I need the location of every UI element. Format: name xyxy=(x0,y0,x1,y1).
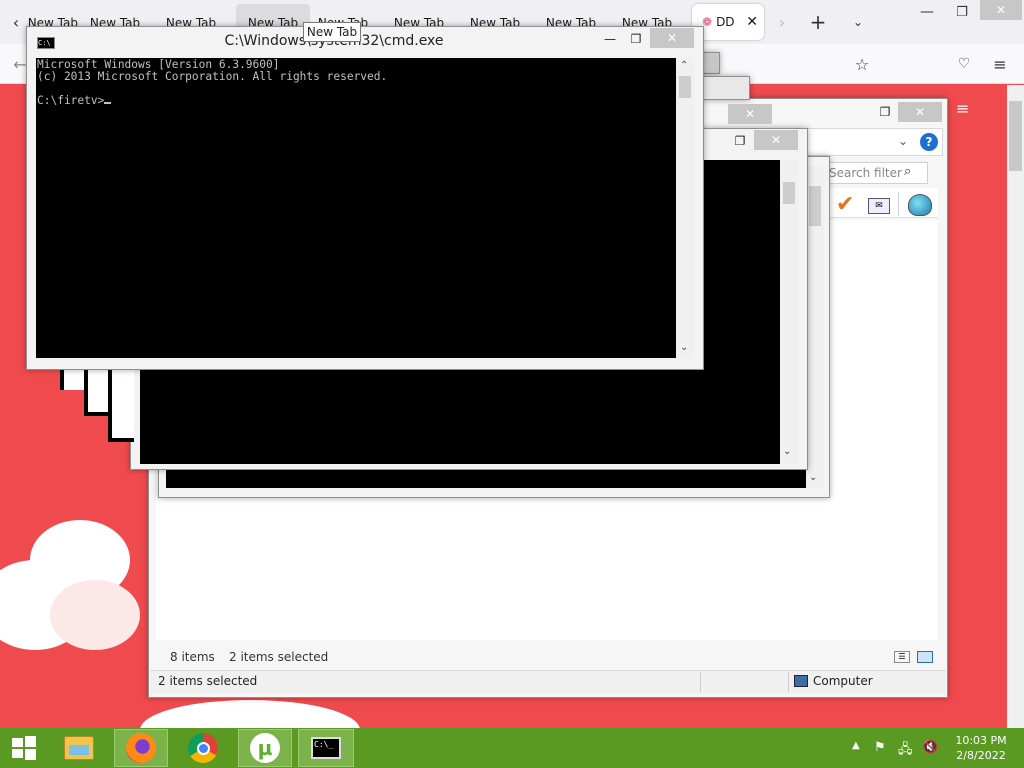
restore-window-icon[interactable]: ❐ xyxy=(876,104,894,120)
cloud-decoration xyxy=(50,580,140,650)
tab-scroll-right-icon[interactable]: › xyxy=(772,10,792,34)
status-location-text: Computer xyxy=(813,674,873,688)
search-filter-placeholder: Search filter xyxy=(829,166,902,180)
close-window-icon[interactable]: ✕ xyxy=(728,104,772,124)
clock-date: 2/8/2022 xyxy=(956,749,1006,762)
cmd-terminal[interactable]: Microsoft Windows [Version 6.3.9600] (c) … xyxy=(36,58,676,358)
explorer-selected-count: 2 items selected xyxy=(229,650,329,664)
scroll-down-chevron-icon[interactable]: ⌄ xyxy=(680,342,688,353)
chrome-icon xyxy=(188,733,218,763)
restore-window-icon[interactable]: ❐ xyxy=(730,132,750,150)
close-browser-icon[interactable]: ✕ xyxy=(980,0,1022,20)
clock-time: 10:03 PM xyxy=(955,734,1007,747)
action-center-flag-icon[interactable]: ⚑ xyxy=(874,740,890,756)
show-hidden-icons-chevron-icon[interactable]: ▲ xyxy=(852,740,860,751)
close-tab-icon[interactable]: ✕ xyxy=(746,14,758,30)
volume-muted-icon[interactable]: 🔇 xyxy=(922,740,938,756)
tab-tooltip: New Tab xyxy=(303,22,361,42)
pocket-icon[interactable]: ♡ xyxy=(952,52,976,76)
scroll-down-chevron-icon[interactable]: ⌄ xyxy=(809,472,817,483)
site-hamburger-menu-icon[interactable]: ≡ xyxy=(956,101,976,118)
cmd-scrollbar-thumb[interactable] xyxy=(679,76,691,98)
firefox-icon xyxy=(126,733,156,763)
large-icons-view-icon[interactable] xyxy=(917,651,933,663)
status-separator xyxy=(788,672,789,692)
folder-icon xyxy=(64,736,94,760)
console-prompt-line: C:\firetv> xyxy=(37,95,676,107)
cmd-scrollbar-thumb[interactable] xyxy=(783,182,795,204)
cmd-scrollbar-stacked[interactable] xyxy=(806,166,824,488)
minimize-window-icon[interactable]: — xyxy=(600,30,620,48)
shell-icon[interactable] xyxy=(908,194,932,216)
scroll-up-chevron-icon[interactable]: ⌃ xyxy=(680,60,688,71)
taskbar-cmd[interactable]: C:\_ xyxy=(298,729,354,767)
details-view-icon[interactable]: ☰ xyxy=(894,651,910,663)
restore-window-icon[interactable]: ❐ xyxy=(626,30,646,48)
address-dropdown-chevron-icon[interactable]: ⌄ xyxy=(896,132,910,150)
cmd-scrollbar-thumb[interactable] xyxy=(809,186,821,226)
console-cursor xyxy=(104,95,112,104)
console-line: (c) 2013 Microsoft Corporation. All righ… xyxy=(37,70,388,83)
windows-logo-icon xyxy=(12,736,36,760)
cmd-scrollbar[interactable]: ⌃ ⌄ xyxy=(676,58,694,358)
new-tab-plus-icon[interactable]: + xyxy=(806,10,830,34)
message-card-icon[interactable]: ✉ xyxy=(868,198,890,214)
list-tabs-chevron-down-icon[interactable]: ⌄ xyxy=(846,10,870,34)
network-icon[interactable]: 🖧 xyxy=(898,740,914,757)
taskbar-file-explorer[interactable] xyxy=(52,729,106,767)
restore-browser-icon[interactable]: ❐ xyxy=(950,2,974,22)
toolbar-separator xyxy=(898,192,899,216)
cmd-scrollbar-stacked[interactable] xyxy=(780,160,798,464)
bookmark-star-icon[interactable]: ☆ xyxy=(850,52,874,76)
explorer-item-count: 8 items xyxy=(170,650,215,664)
close-window-icon[interactable]: ✕ xyxy=(898,102,942,122)
tab-label: DD xyxy=(716,15,735,29)
close-window-icon[interactable]: ✕ xyxy=(650,28,694,48)
computer-icon xyxy=(794,675,808,687)
cmd-taskbar-icon: C:\_ xyxy=(311,737,341,759)
stacked-window-edge xyxy=(700,76,750,100)
stacked-window-edge xyxy=(108,360,134,442)
page-scrollbar-thumb[interactable] xyxy=(1009,101,1022,171)
search-icon: ⌕ xyxy=(904,164,912,179)
page-scrollbar[interactable] xyxy=(1007,85,1024,728)
folder-window-detail xyxy=(69,745,89,755)
taskbar-utorrent[interactable]: µ xyxy=(238,729,292,767)
check-mark-icon[interactable]: ✔ xyxy=(836,194,860,218)
minimize-browser-icon[interactable]: — xyxy=(912,2,942,22)
app-menu-icon[interactable]: ≡ xyxy=(988,52,1012,76)
status-separator xyxy=(700,672,701,692)
scroll-down-chevron-icon[interactable]: ⌄ xyxy=(783,446,791,457)
status-selected-text: 2 items selected xyxy=(158,674,258,688)
help-icon[interactable]: ? xyxy=(920,133,938,151)
start-button[interactable] xyxy=(0,729,48,767)
taskbar-chrome[interactable] xyxy=(176,729,230,767)
chrome-icon-center xyxy=(196,741,210,755)
taskbar-firefox[interactable] xyxy=(114,729,168,767)
taskbar-clock[interactable]: 10:03 PM 2/8/2022 xyxy=(944,733,1018,763)
console-prompt: C:\firetv> xyxy=(37,94,105,107)
utorrent-icon: µ xyxy=(250,733,280,763)
close-window-icon[interactable]: ✕ xyxy=(754,130,798,150)
